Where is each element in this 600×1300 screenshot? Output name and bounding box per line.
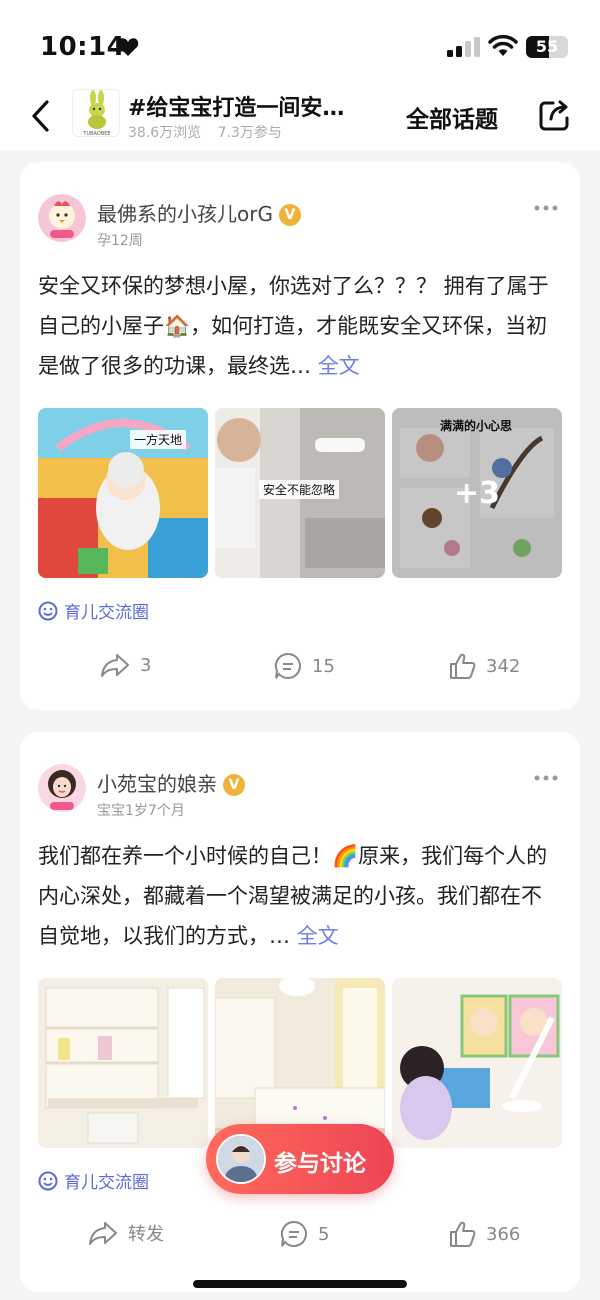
- post-photo[interactable]: 一方天地: [38, 408, 208, 578]
- rabbit-logo-icon: TUBAOBEE: [73, 90, 119, 137]
- post-photo[interactable]: 满满的小心思 +3: [392, 408, 562, 578]
- child-drawing-photo: [392, 978, 562, 1148]
- thumbs-up-icon: [450, 1221, 476, 1247]
- join-discussion-button[interactable]: 参与讨论: [206, 1124, 394, 1194]
- forward-icon: [101, 654, 129, 677]
- author-status: 宝宝1岁7个月: [97, 803, 185, 819]
- share-count: 3: [140, 654, 152, 676]
- comment-button[interactable]: 5: [280, 1220, 329, 1248]
- author-status: 孕12周: [97, 233, 143, 249]
- user-photo-icon: [218, 1136, 264, 1182]
- more-options-icon[interactable]: [532, 774, 560, 782]
- circle-tag-label: 育儿交流圈: [64, 1173, 149, 1193]
- topic-title: #给宝宝打造一间安…: [128, 96, 345, 121]
- post-author[interactable]: 小苑宝的娘亲 V: [97, 768, 245, 797]
- more-options-icon[interactable]: [532, 204, 560, 212]
- post-actions: 3 15 342: [20, 652, 580, 682]
- post-author[interactable]: 最佛系的小孩儿orG V: [97, 198, 301, 227]
- forward-icon: [89, 1222, 117, 1245]
- home-indicator: [193, 1280, 407, 1288]
- topic-header: TUBAOBEE #给宝宝打造一间安… 38.6万浏览 7.3万参与 全部话题: [0, 88, 600, 150]
- comment-button[interactable]: 15: [274, 652, 335, 680]
- full-text-link[interactable]: 全文: [318, 354, 360, 378]
- join-discussion-label: 参与讨论: [274, 1151, 366, 1177]
- verified-badge-icon: V: [223, 774, 245, 796]
- post-text: 安全又环保的梦想小屋，你选对了么？？？ 拥有了属于自己的小屋子🏠，如何打造，才能…: [38, 274, 549, 378]
- share-button[interactable]: 转发: [88, 1220, 164, 1246]
- circle-tag-label: 育儿交流圈: [64, 603, 149, 623]
- thumbs-up-icon: [450, 653, 476, 679]
- circle-tag[interactable]: 育儿交流圈: [38, 598, 149, 623]
- post-body[interactable]: 我们都在养一个小时候的自己！🌈原来，我们每个人的内心深处，都藏着一个渴望被满足的…: [38, 836, 562, 956]
- battery-indicator: 55: [526, 36, 568, 58]
- photo-caption: 一方天地: [130, 430, 187, 449]
- views-count: 38.6万浏览: [128, 125, 202, 141]
- chick-avatar-icon: [38, 194, 86, 242]
- wifi-icon: [488, 35, 518, 56]
- post-photo[interactable]: [38, 978, 208, 1148]
- author-name: 最佛系的小孩儿orG: [97, 202, 273, 226]
- more-photos-count[interactable]: +3: [392, 408, 562, 578]
- like-count: 366: [486, 1223, 521, 1245]
- share-icon[interactable]: [538, 98, 572, 132]
- status-time: 10:14: [40, 32, 126, 62]
- comment-count: 15: [312, 655, 335, 677]
- bedroom-photo: [215, 978, 385, 1148]
- post-photo[interactable]: [392, 978, 562, 1148]
- battery-text: 55: [535, 37, 559, 56]
- all-topics-button[interactable]: 全部话题: [406, 100, 498, 134]
- verified-badge-icon: V: [278, 204, 301, 226]
- smile-circle-icon: [38, 1171, 58, 1191]
- post-photo[interactable]: 安全不能忽略: [215, 408, 385, 578]
- post-photo[interactable]: [215, 978, 385, 1148]
- circle-tag[interactable]: 育儿交流圈: [38, 1168, 149, 1193]
- topic-stats: 38.6万浏览 7.3万参与: [128, 122, 294, 142]
- topic-logo[interactable]: TUBAOBEE: [72, 89, 120, 137]
- avatar: [216, 1134, 266, 1184]
- avatar[interactable]: [38, 194, 86, 242]
- post-text: 我们都在养一个小时候的自己！🌈原来，我们每个人的内心深处，都藏着一个渴望被满足的…: [38, 844, 548, 948]
- signal-icon: [447, 37, 480, 57]
- share-button[interactable]: 3: [100, 652, 151, 678]
- comment-icon: [274, 652, 301, 679]
- post-card[interactable]: 最佛系的小孩儿orG V 孕12周 安全又环保的梦想小屋，你选对了么？？？ 拥有了…: [20, 162, 580, 710]
- smile-circle-icon: [38, 601, 58, 621]
- share-label: 转发: [128, 1224, 164, 1245]
- comment-count: 5: [318, 1223, 330, 1245]
- full-text-link[interactable]: 全文: [297, 924, 339, 948]
- heart-icon: [117, 38, 139, 56]
- comment-icon: [280, 1220, 307, 1247]
- status-bar: 10:14 55: [0, 0, 600, 88]
- back-arrow-icon[interactable]: [28, 98, 54, 134]
- svg-text:TUBAOBEE: TUBAOBEE: [82, 131, 110, 137]
- post-actions: 转发 5 366: [20, 1220, 580, 1250]
- participants-count: 7.3万参与: [217, 125, 282, 141]
- avatar[interactable]: [38, 764, 86, 812]
- kids-room-photo: [38, 978, 208, 1148]
- post-card[interactable]: 小苑宝的娘亲 V 宝宝1岁7个月 我们都在养一个小时候的自己！🌈原来，我们每个人的…: [20, 732, 580, 1292]
- like-button[interactable]: 342: [448, 652, 520, 680]
- author-name: 小苑宝的娘亲: [97, 772, 217, 796]
- like-count: 342: [486, 655, 521, 677]
- mother-avatar-icon: [38, 764, 86, 812]
- post-body[interactable]: 安全又环保的梦想小屋，你选对了么？？？ 拥有了属于自己的小屋子🏠，如何打造，才能…: [38, 266, 562, 386]
- like-button[interactable]: 366: [448, 1220, 520, 1248]
- photo-caption: 安全不能忽略: [259, 480, 340, 499]
